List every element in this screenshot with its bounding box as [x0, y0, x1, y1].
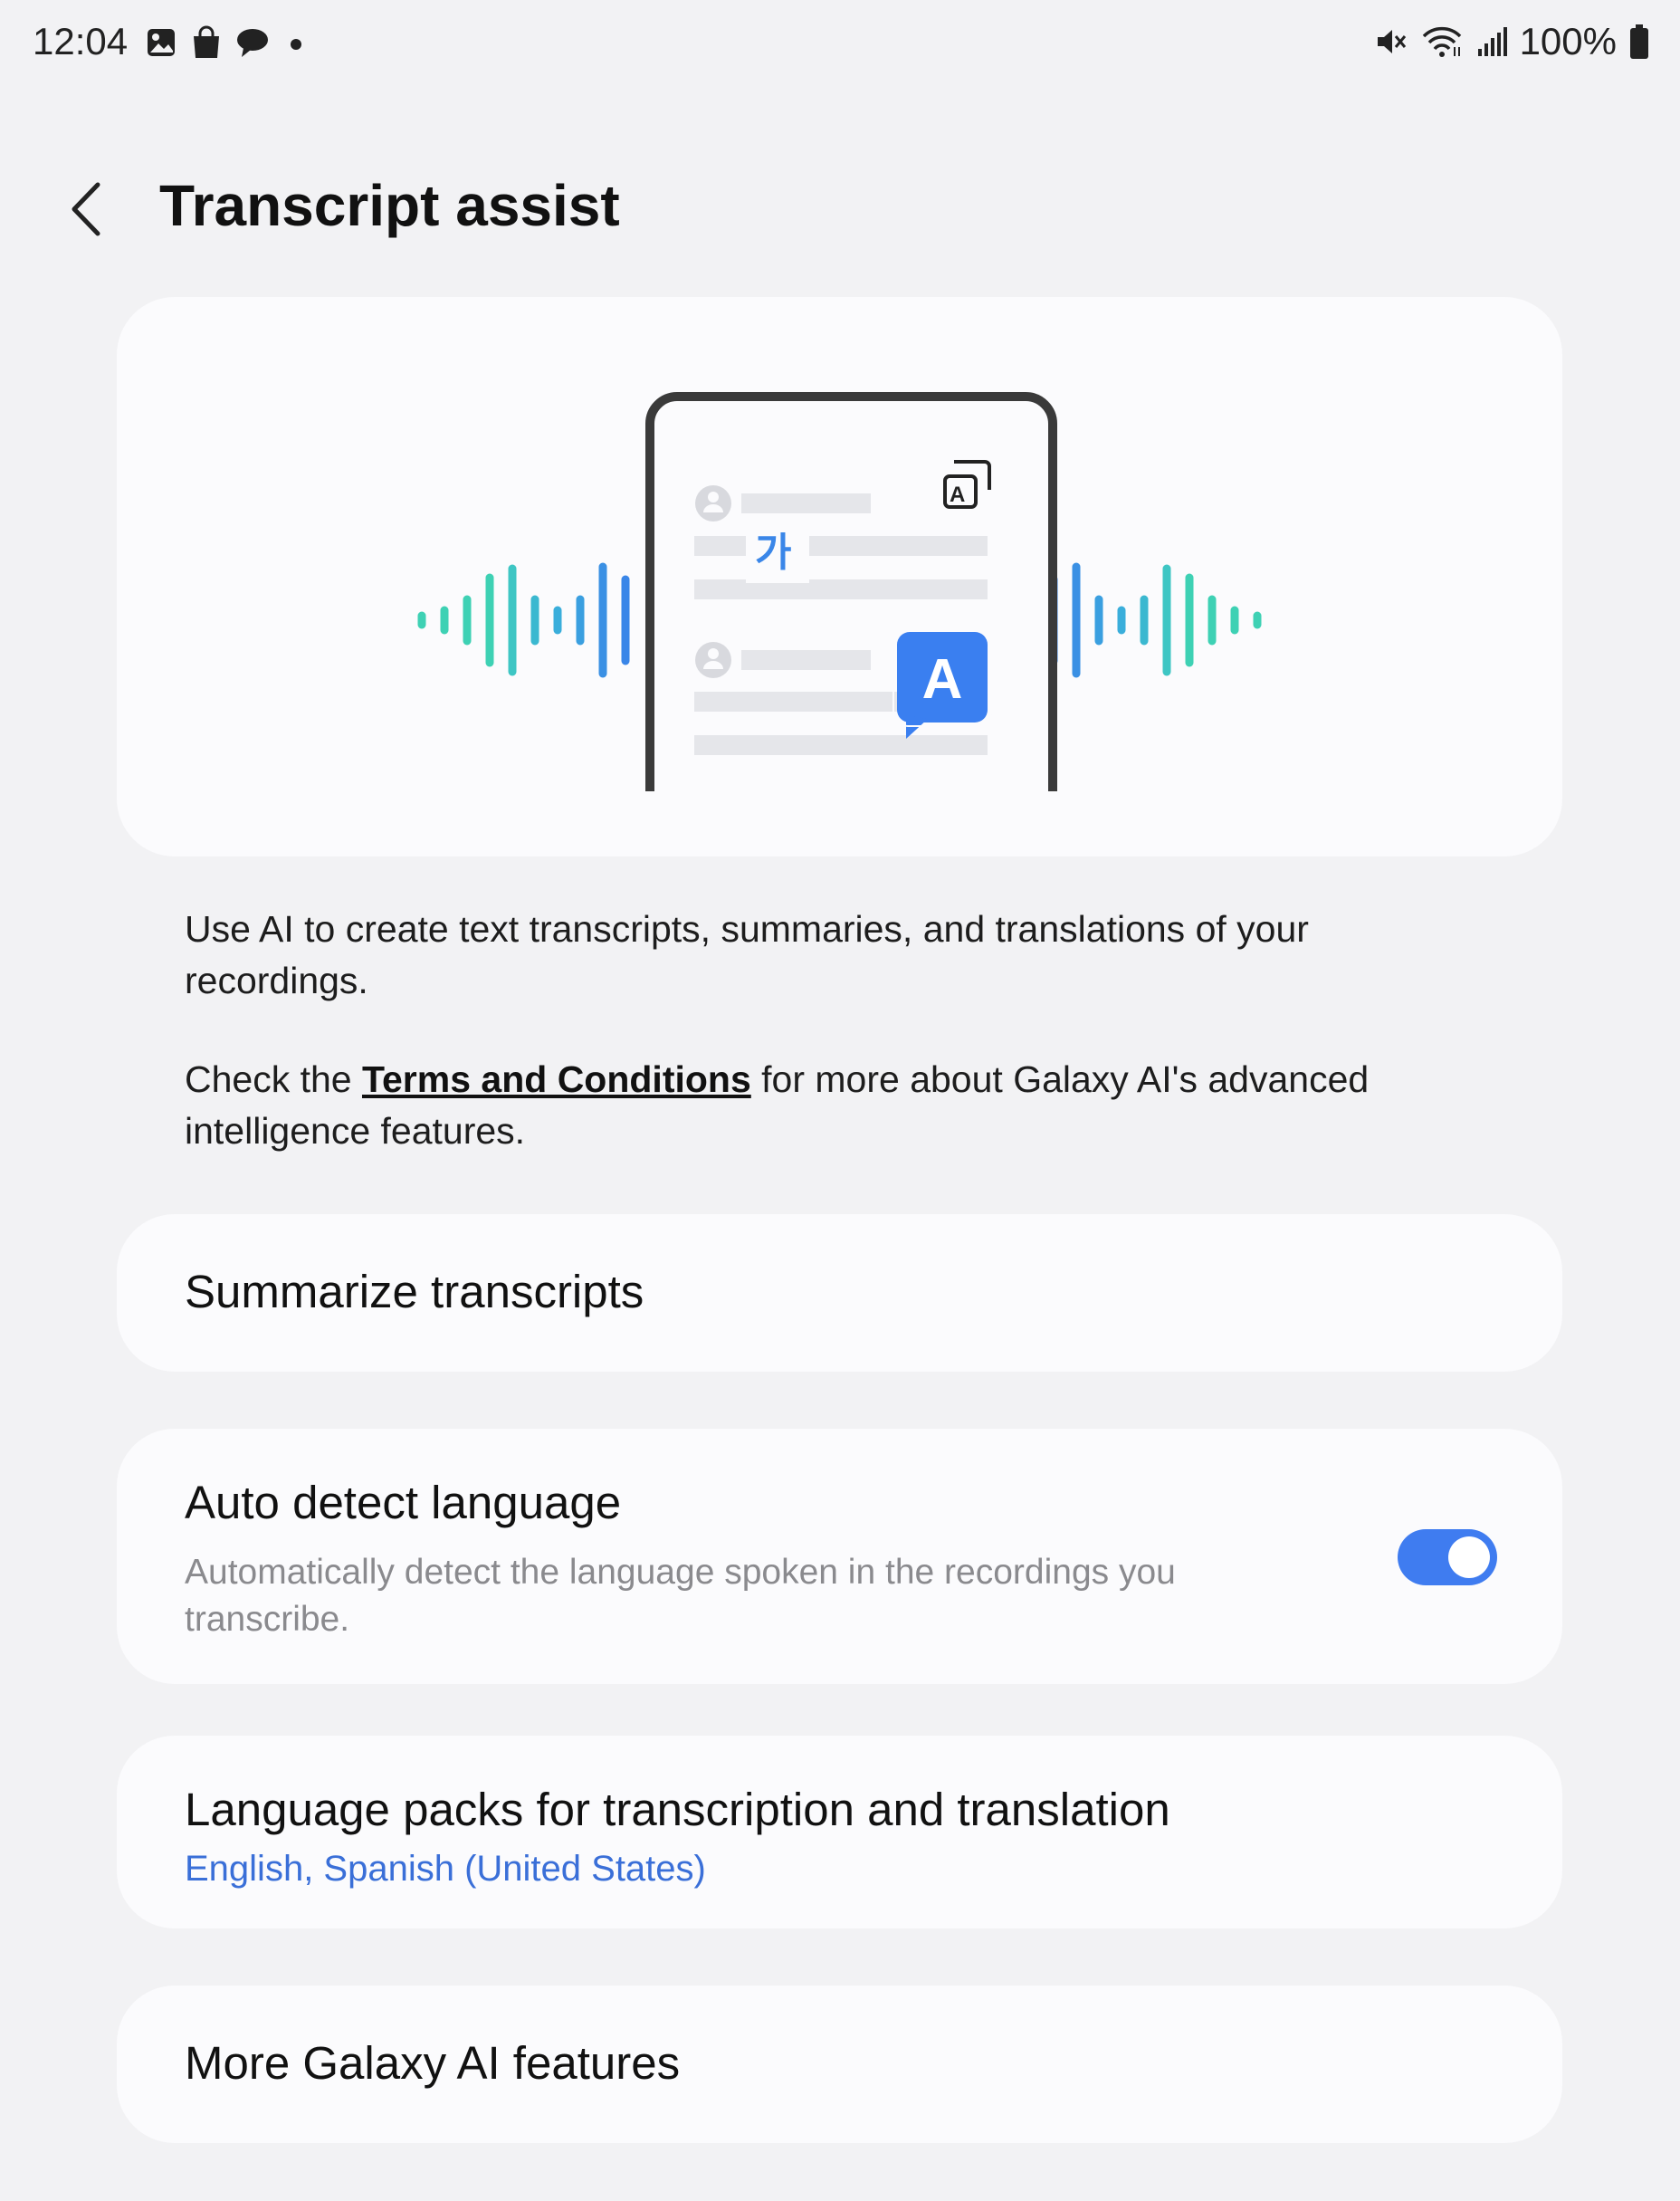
- toggle-knob: [1448, 1536, 1490, 1578]
- mute-icon: [1377, 30, 1406, 53]
- more-galaxy-ai-features-item[interactable]: More Galaxy AI features: [117, 1986, 1562, 2143]
- avatar-icon: [695, 485, 731, 522]
- settings-screen: 12:04 100% Transcript assist A 가 A Use A…: [0, 0, 1680, 2201]
- summarize-transcripts-label: Summarize transcripts: [185, 1266, 644, 1317]
- auto-detect-language-item[interactable]: Auto detect language Automatically detec…: [117, 1429, 1562, 1684]
- chat-bubble-icon: [237, 29, 268, 57]
- language-packs-label: Language packs for transcription and tra…: [185, 1784, 1170, 1835]
- korean-char: 가: [755, 530, 791, 576]
- left-sound-wave: [417, 562, 630, 678]
- svg-text:A: A: [950, 483, 965, 507]
- transcript-illustration: A 가 A: [417, 392, 1262, 791]
- auto-detect-language-description: Automatically detect the language spoken…: [185, 1553, 1176, 1639]
- back-button[interactable]: [63, 177, 109, 241]
- page-title: Transcript assist: [159, 173, 620, 238]
- auto-detect-language-label: Auto detect language: [185, 1477, 622, 1528]
- latin-bubble: A: [892, 627, 992, 739]
- wifi-icon: [1422, 26, 1461, 57]
- shopping-bag-icon: [194, 25, 219, 58]
- battery-icon: [1630, 24, 1648, 59]
- status-bar: 12:04 100%: [0, 0, 1680, 91]
- more-galaxy-ai-features-label: More Galaxy AI features: [185, 2037, 681, 2089]
- terms-prefix: Check the: [185, 1058, 362, 1100]
- terms-description: Check the Terms and Conditions for more …: [185, 1054, 1470, 1157]
- hero-illustration-card: A 가 A: [117, 297, 1562, 856]
- chevron-left-icon: [72, 182, 100, 236]
- summarize-transcripts-item[interactable]: Summarize transcripts: [117, 1214, 1562, 1372]
- terms-and-conditions-link[interactable]: Terms and Conditions: [362, 1058, 751, 1100]
- signal-icon: [1477, 27, 1507, 56]
- gallery-icon: [148, 29, 175, 56]
- latin-char: A: [922, 648, 963, 711]
- status-time: 12:04: [33, 20, 129, 62]
- battery-percentage: 100%: [1519, 20, 1617, 62]
- dot-icon: [291, 39, 301, 50]
- system-icons: 100%: [1375, 20, 1649, 63]
- right-sound-wave: [1049, 562, 1262, 678]
- language-packs-summary: English, Spanish (United States): [185, 1849, 706, 1889]
- language-packs-item[interactable]: Language packs for transcription and tra…: [117, 1736, 1562, 1928]
- description-text: Use AI to create text transcripts, summa…: [185, 908, 1309, 1001]
- notification-icons: [145, 25, 310, 60]
- auto-detect-language-toggle[interactable]: [1398, 1529, 1497, 1585]
